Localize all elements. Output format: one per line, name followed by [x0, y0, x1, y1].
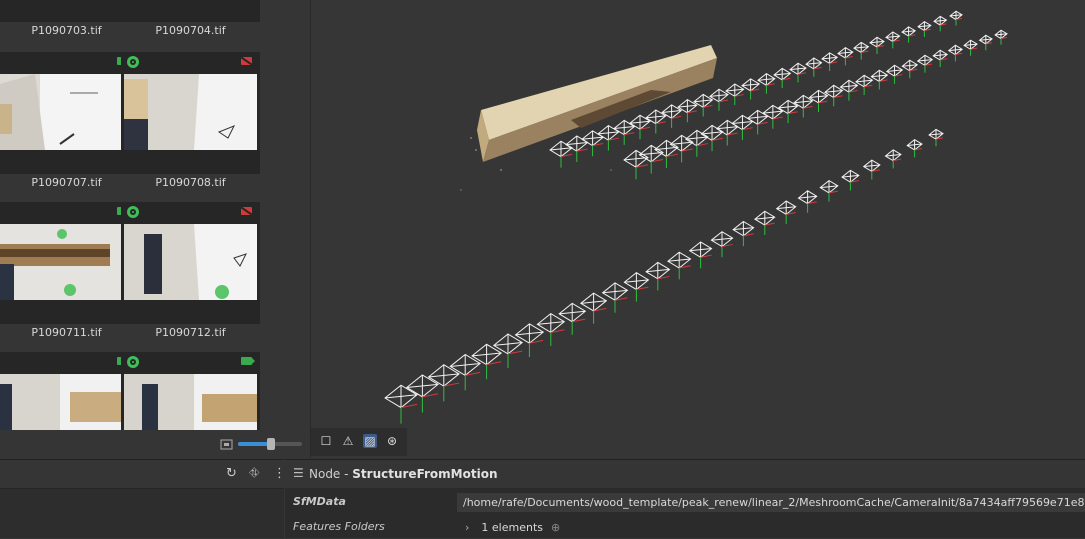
camera-frustum: [514, 323, 545, 344]
image-name: P1090711.tif: [31, 326, 102, 339]
compute-icon[interactable]: ⛗: [249, 466, 259, 481]
thumbnail: [124, 224, 257, 300]
warning-icon[interactable]: ⚠: [341, 434, 355, 448]
node-title: Node - StructureFromMotion: [309, 467, 498, 481]
camera-frustum: [906, 139, 923, 151]
camera-frustum: [700, 124, 724, 142]
hatch-icon[interactable]: ▨: [363, 434, 377, 448]
camera-frustum: [862, 159, 881, 173]
point-cloud: [460, 45, 717, 191]
expand-chevron-icon[interactable]: ›: [465, 521, 469, 534]
camera-frustum: [645, 261, 671, 280]
attribute-label: SfMData: [293, 495, 346, 508]
camera-frustum: [669, 134, 694, 152]
camera-frustum: [754, 210, 776, 226]
camera-frustum: [581, 130, 605, 147]
gallery-footer: [0, 430, 310, 458]
camera-on-icon: [241, 357, 255, 365]
camera-frustum: [884, 149, 902, 162]
attribute-row: SfMData /home/rafe/Documents/wood_templa…: [285, 490, 1085, 514]
camera-frustum: [773, 67, 792, 81]
features-folders-field[interactable]: › 1 elements ⊕: [457, 518, 1085, 537]
camera-frustum: [885, 64, 904, 77]
camera-frustum: [384, 384, 418, 409]
settings-sliders-icon: ☰: [293, 466, 304, 480]
viewer-toolbar: ☐ ⚠ ▨ ⊛: [311, 428, 407, 456]
graph-panel-header: ↻ ⛗ ⋮: [0, 460, 286, 489]
image-name: P1090707.tif: [31, 176, 102, 189]
square-icon[interactable]: ☐: [319, 434, 333, 448]
gallery-tile[interactable]: P1090703.tif: [0, 0, 136, 37]
camera-frustum: [654, 139, 679, 158]
camera-frustum: [870, 69, 889, 83]
gallery-tile[interactable]: P1090704.tif: [121, 0, 260, 37]
image-gallery: P1090703.tif P1090704.tif P1090707.tif P…: [0, 0, 311, 458]
camera-frustum: [684, 129, 709, 147]
camera-frustum: [797, 190, 818, 205]
3d-viewer[interactable]: [311, 0, 1085, 458]
node-attributes-panel: ☰ Node - StructureFromMotion SfMData /ho…: [285, 459, 1085, 538]
camera-frustum: [757, 72, 776, 86]
camera-frustum: [688, 241, 713, 258]
reconstructed-icon: [127, 356, 139, 368]
camera-frustum: [623, 272, 650, 291]
gallery-tile[interactable]: P1090711.tif: [0, 202, 136, 339]
graph-panel: ↻ ⛗ ⋮: [0, 459, 286, 538]
camera-frustum: [565, 135, 589, 152]
sfmdata-field[interactable]: /home/rafe/Documents/wood_template/peak_…: [457, 493, 1085, 512]
camera-off-icon: [241, 57, 252, 65]
image-name: P1090708.tif: [155, 176, 226, 189]
gallery-tile[interactable]: P1090712.tif: [121, 202, 260, 339]
image-name: P1090704.tif: [155, 24, 226, 37]
camera-frustum: [715, 119, 739, 136]
node-panel-header: ☰ Node - StructureFromMotion: [285, 460, 1085, 488]
camera-frustum: [667, 251, 692, 269]
thumbnail: [124, 74, 257, 150]
reconstructed-icon: [127, 56, 139, 68]
camera-frustum: [731, 114, 754, 131]
camera-frustum: [549, 140, 573, 158]
target-icon[interactable]: ⊛: [385, 434, 399, 448]
attribute-label: Features Folders: [293, 520, 385, 533]
thumbnail: [0, 224, 133, 300]
image-name: P1090712.tif: [155, 326, 226, 339]
camera-frustum: [741, 78, 761, 92]
camera-frustum: [427, 364, 460, 387]
camera-frustum: [558, 302, 587, 323]
reconstructed-icon: [127, 206, 139, 218]
attribute-row: Features Folders › 1 elements ⊕: [285, 515, 1085, 539]
camera-frustum: [638, 144, 664, 163]
camera-frustum: [855, 74, 874, 88]
thumbnail: [0, 74, 133, 150]
camera-frustum: [789, 62, 807, 76]
image-name: P1090703.tif: [31, 24, 102, 37]
camera-frustum: [805, 57, 823, 70]
camera-frustum: [710, 231, 734, 248]
camera-frustum: [841, 169, 860, 183]
camera-frustum: [819, 179, 839, 194]
gallery-tile[interactable]: P1090708.tif: [121, 52, 260, 189]
camera-frustum: [821, 52, 839, 65]
camera-off-icon: [241, 207, 252, 215]
gallery-tile[interactable]: P1090707.tif: [0, 52, 136, 189]
add-element-icon[interactable]: ⊕: [551, 521, 560, 534]
camera-frustum: [901, 59, 919, 72]
zoom-slider[interactable]: [218, 430, 311, 458]
camera-frustum: [601, 282, 629, 301]
camera-frustum: [775, 200, 797, 215]
camera-frustum: [732, 220, 755, 237]
refresh-icon[interactable]: ↻: [226, 466, 237, 481]
camera-frustum: [623, 149, 649, 168]
camera-frustum: [837, 46, 854, 59]
camera-frustum: [405, 374, 439, 398]
camera-frustum: [536, 312, 566, 334]
camera-frustum: [579, 292, 608, 312]
